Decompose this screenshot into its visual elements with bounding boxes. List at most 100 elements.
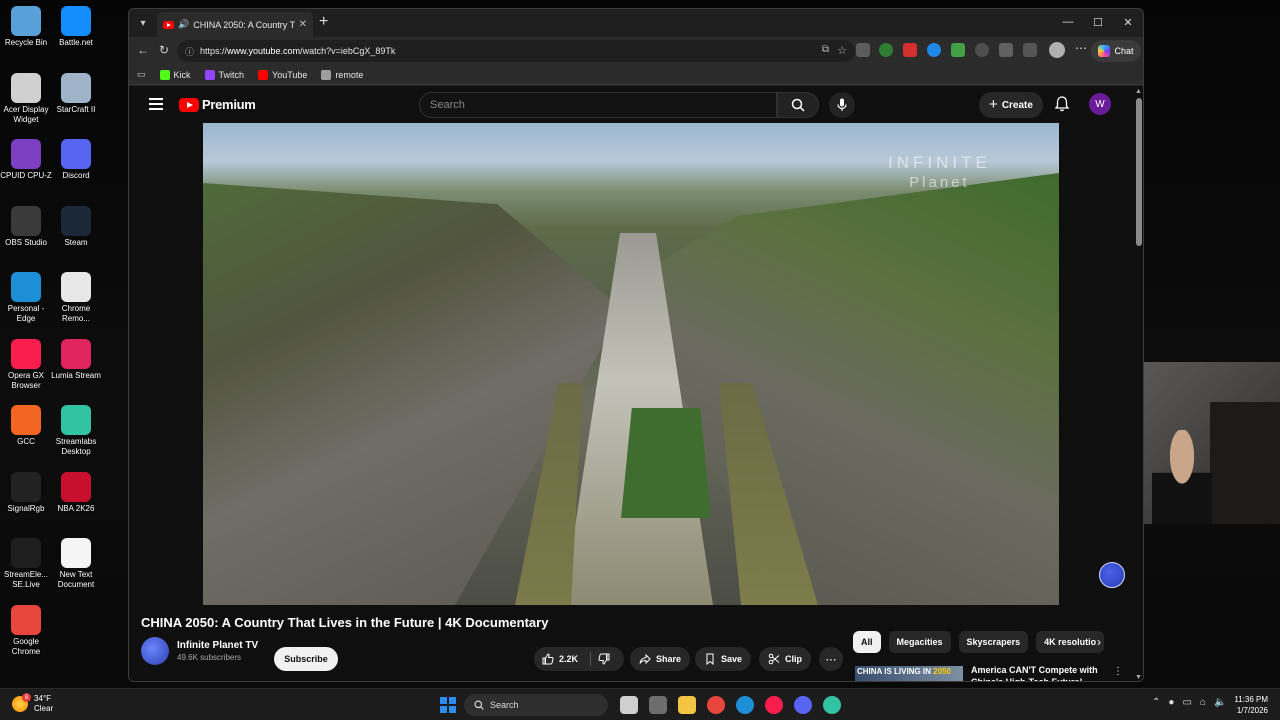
- extension-icon-3[interactable]: [903, 43, 917, 57]
- taskbar-search[interactable]: Search: [464, 694, 608, 716]
- desktop-icon[interactable]: Personal - Edge: [0, 272, 52, 324]
- desktop-icon[interactable]: SignalRgb: [0, 471, 52, 514]
- copilot-chat-button[interactable]: Chat: [1091, 40, 1141, 62]
- desktop-icon[interactable]: StreamEle... SE.Live: [0, 538, 52, 590]
- desktop-icon[interactable]: OBS Studio: [0, 205, 52, 248]
- desktop-icon[interactable]: Recycle Bin: [0, 6, 52, 48]
- desktop-icon[interactable]: CPUID CPU-Z: [0, 139, 52, 181]
- desktop-icon[interactable]: Steam: [50, 205, 102, 248]
- channel-name[interactable]: Infinite Planet TV: [177, 640, 258, 651]
- hamburger-menu-icon[interactable]: [149, 98, 163, 110]
- network-icon[interactable]: ⌂: [1200, 697, 1206, 708]
- extensions-puzzle-icon[interactable]: [999, 43, 1013, 57]
- filter-chip[interactable]: Megacities: [888, 631, 951, 653]
- back-arrow-icon[interactable]: ←: [137, 43, 149, 57]
- text-document-icon: [61, 538, 91, 568]
- desktop-icon[interactable]: Discord: [50, 139, 102, 181]
- file-explorer-icon[interactable]: [678, 696, 696, 714]
- desktop-icon[interactable]: GCC: [0, 405, 52, 447]
- address-bar[interactable]: ⓘ https://www.youtube.com/watch?v=iebCgX…: [177, 40, 855, 62]
- tab-close-icon[interactable]: ✕: [299, 19, 307, 30]
- recommended-video[interactable]: CHINA IS LIVING IN 2050 America CAN'T Co…: [855, 664, 1133, 681]
- operagx-icon[interactable]: [765, 696, 783, 714]
- chrome-icon[interactable]: [707, 696, 725, 714]
- speaker-icon[interactable]: 🔊: [178, 19, 189, 30]
- subscribe-button[interactable]: Subscribe: [274, 647, 338, 671]
- maximize-button[interactable]: ☐: [1083, 9, 1113, 35]
- filter-chip[interactable]: 4K resolutio: [1036, 631, 1105, 653]
- clip-button[interactable]: Clip: [759, 647, 811, 671]
- desktop-icon[interactable]: Google Chrome: [0, 604, 52, 657]
- snipping-icon[interactable]: [649, 696, 667, 714]
- bookmarks-menu-icon[interactable]: ▭: [137, 69, 146, 80]
- more-menu-icon[interactable]: ⋯: [1075, 41, 1087, 55]
- discord-icon[interactable]: [794, 696, 812, 714]
- filter-chip[interactable]: Skyscrapers: [958, 631, 1029, 653]
- channel-globe-icon[interactable]: [1099, 562, 1125, 588]
- favorite-star-icon[interactable]: ☆: [837, 44, 847, 57]
- minimize-button[interactable]: —: [1053, 9, 1083, 35]
- streamlabs-icon[interactable]: [823, 696, 841, 714]
- create-button[interactable]: + Create: [979, 92, 1043, 118]
- favorites-icon[interactable]: [1023, 43, 1037, 57]
- channel-avatar[interactable]: [141, 637, 169, 665]
- task-view-icon[interactable]: [620, 696, 638, 714]
- desktop-icon[interactable]: New Text Document: [50, 538, 102, 590]
- active-tab[interactable]: 🔊 CHINA 2050: A Country That Lives in th…: [157, 12, 313, 37]
- desktop-icon[interactable]: Acer Display Widget: [0, 72, 52, 125]
- scroll-down-arrow-icon[interactable]: ▼: [1135, 674, 1142, 681]
- windows-start-icon[interactable]: [440, 697, 456, 713]
- desktop-icon[interactable]: Lumia Stream: [50, 338, 102, 381]
- youtube-logo[interactable]: Premium: [179, 97, 256, 112]
- recommended-title[interactable]: America CAN'T Compete with China's High-…: [971, 664, 1099, 681]
- search-button[interactable]: [777, 92, 819, 118]
- user-avatar[interactable]: W: [1089, 93, 1111, 115]
- weather-widget[interactable]: 8 34°F Clear: [12, 693, 53, 714]
- extension-icon-1[interactable]: [856, 43, 870, 57]
- clock[interactable]: 11:36 PM 1/7/2026: [1226, 694, 1268, 716]
- tray-app-icon[interactable]: ●: [1168, 697, 1174, 708]
- save-button[interactable]: Save: [695, 647, 752, 671]
- page-scrollbar[interactable]: ▲ ▼: [1133, 86, 1143, 681]
- scrollbar-thumb[interactable]: [1136, 98, 1142, 246]
- bookmark-youtube[interactable]: YouTube: [258, 69, 307, 80]
- notifications-bell-icon[interactable]: [1053, 95, 1071, 113]
- bookmark-twitch[interactable]: Twitch: [204, 69, 244, 80]
- tray-overflow-chevron-icon[interactable]: ⌃: [1152, 697, 1160, 708]
- split-screen-icon[interactable]: ⧉: [822, 44, 829, 55]
- recommended-more-icon[interactable]: ⋮: [1113, 666, 1123, 677]
- site-info-icon[interactable]: ⓘ: [185, 45, 194, 58]
- bookmark-remote[interactable]: remote: [321, 69, 363, 80]
- filter-chip[interactable]: All: [853, 631, 881, 653]
- refresh-icon[interactable]: ↻: [159, 43, 169, 57]
- desktop-icon[interactable]: Battle.net: [50, 6, 102, 48]
- share-button[interactable]: Share: [630, 647, 691, 671]
- display-icon[interactable]: ▭: [1182, 697, 1191, 708]
- bookmark-kick[interactable]: Kick: [159, 69, 191, 80]
- scroll-up-arrow-icon[interactable]: ▲: [1135, 88, 1142, 95]
- watermark-line-2: Planet: [909, 174, 970, 191]
- extension-icon-5[interactable]: [951, 43, 965, 57]
- desktop-icon[interactable]: NBA 2K26: [50, 471, 102, 514]
- extension-icon-2[interactable]: [879, 43, 893, 57]
- extension-icon-6[interactable]: [975, 43, 989, 57]
- desktop-icon[interactable]: Chrome Remo...: [50, 272, 102, 324]
- edge-icon[interactable]: [736, 696, 754, 714]
- thumbs-down-icon[interactable]: [598, 653, 610, 665]
- voice-search-button[interactable]: [829, 92, 855, 118]
- close-window-button[interactable]: ✕: [1113, 9, 1143, 35]
- video-player[interactable]: INFINITE Planet: [203, 123, 1059, 605]
- like-button[interactable]: 2.2K: [542, 647, 578, 671]
- desktop-icon[interactable]: StarCraft II: [50, 72, 102, 115]
- desktop-icon[interactable]: Opera GX Browser: [0, 338, 52, 391]
- url-text[interactable]: https://www.youtube.com/watch?v=iebCgX_8…: [200, 46, 395, 56]
- more-actions-icon[interactable]: ⋯: [819, 647, 843, 671]
- tab-list-chevron-icon[interactable]: ▾: [133, 13, 153, 33]
- search-input[interactable]: [430, 99, 776, 111]
- extension-icon-4[interactable]: [927, 43, 941, 57]
- volume-icon[interactable]: 🔈: [1214, 697, 1226, 708]
- profile-avatar[interactable]: [1049, 42, 1065, 58]
- chips-next-chevron-icon[interactable]: ›: [1097, 635, 1101, 649]
- new-tab-button[interactable]: +: [319, 13, 328, 31]
- desktop-icon[interactable]: Streamlabs Desktop: [50, 405, 102, 457]
